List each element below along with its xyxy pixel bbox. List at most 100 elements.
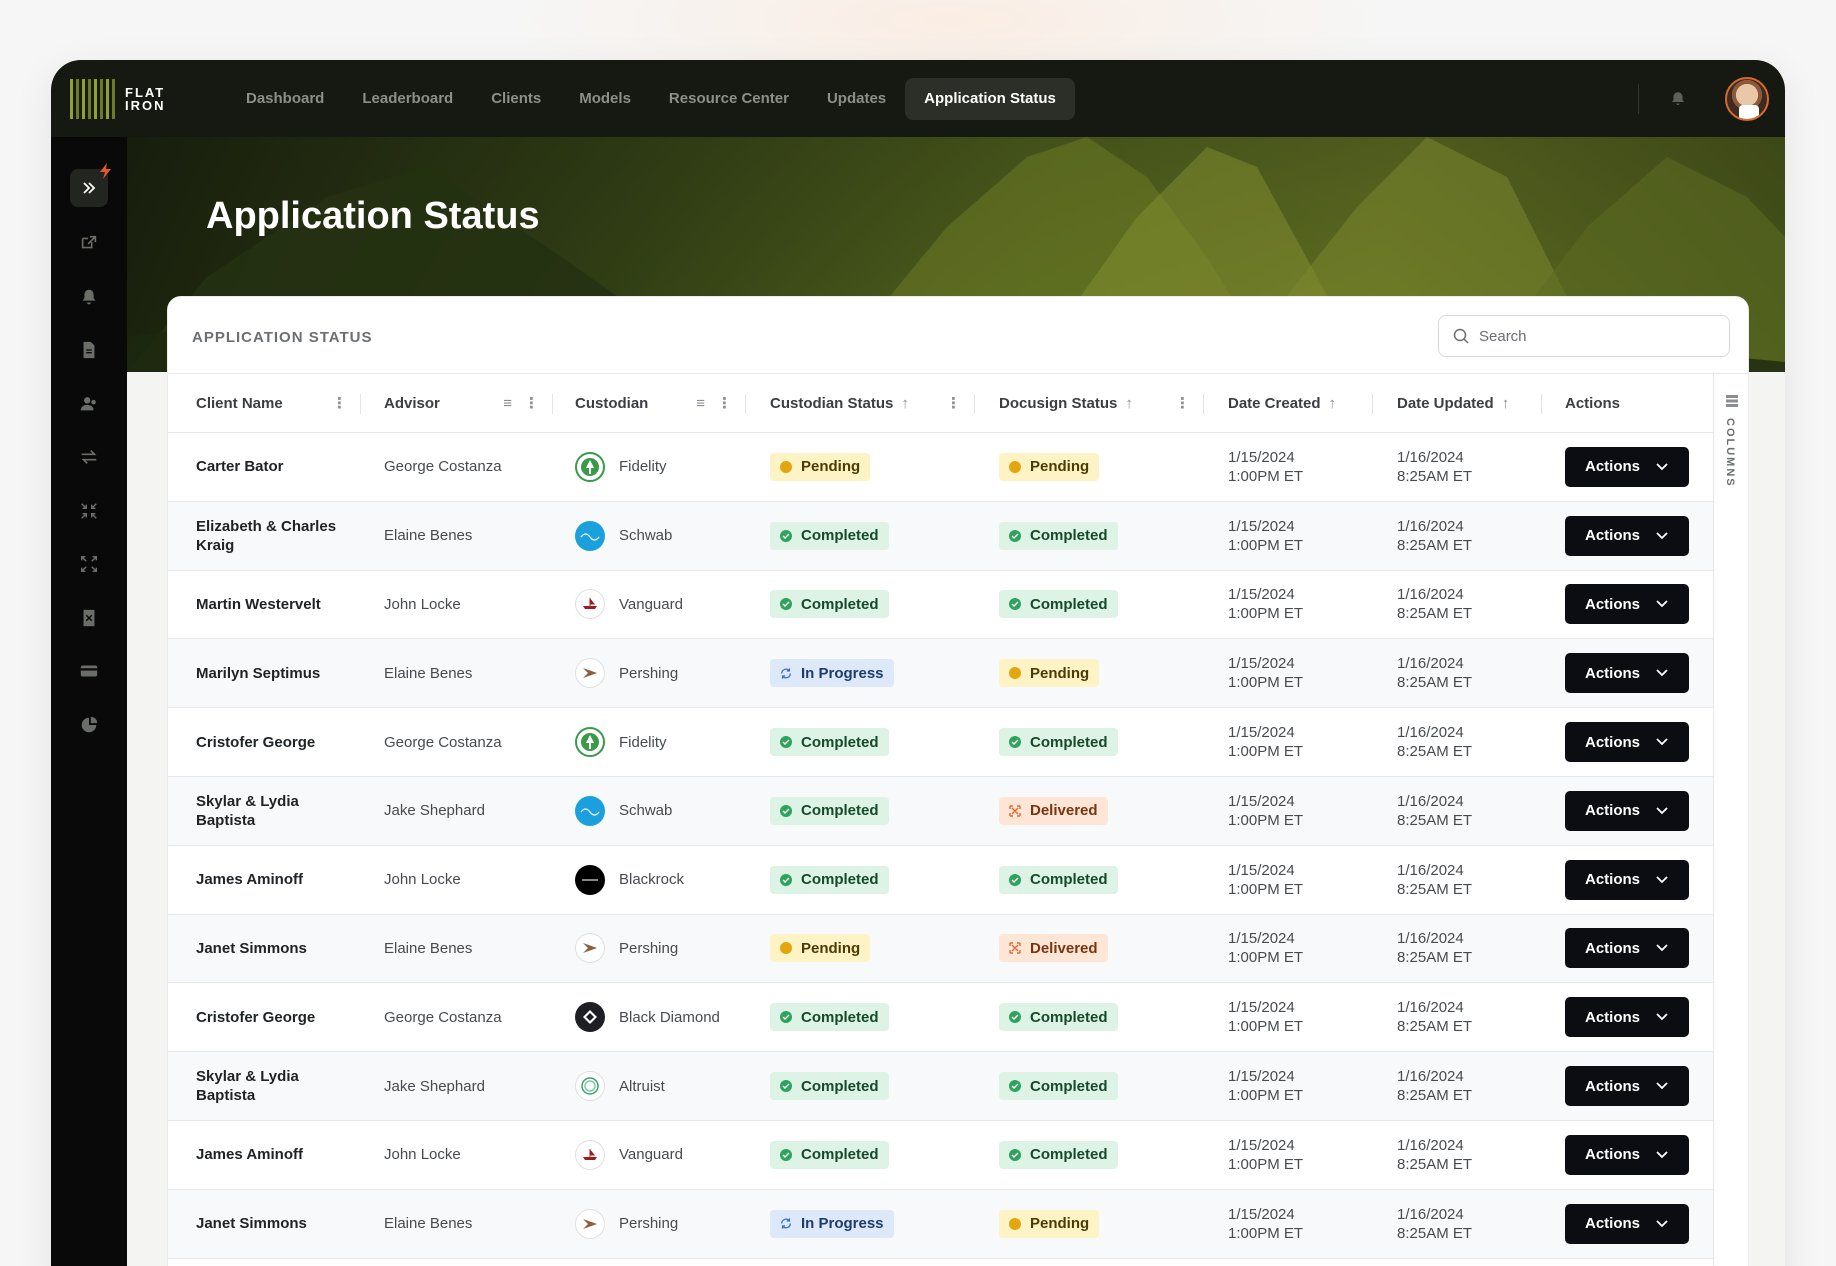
table-row[interactable]: Martin Westervelt John Locke Vanguard Compl…: [168, 571, 1715, 640]
status-badge: Pending: [999, 659, 1100, 688]
advisor-name: John Locke: [384, 595, 461, 613]
columns-panel-toggle[interactable]: COLUMNS: [1713, 373, 1748, 1266]
header-client-name[interactable]: Client Name ⋮: [168, 374, 361, 432]
status-badge: Completed: [999, 1003, 1118, 1032]
table-row[interactable]: Janet Simmons Elaine Benes Pershing In Prog…: [168, 1189, 1715, 1259]
card-icon[interactable]: [79, 661, 99, 681]
expand-icon[interactable]: [79, 554, 99, 574]
client-name[interactable]: Marilyn Septimus: [168, 639, 361, 707]
file-x-icon[interactable]: [79, 608, 99, 628]
nav-item-resource-center[interactable]: Resource Center: [650, 78, 808, 120]
pie-chart-icon[interactable]: [79, 715, 99, 735]
header-date-updated[interactable]: Date Updated ↑: [1373, 374, 1542, 432]
actions-dropdown-button[interactable]: Actions: [1565, 584, 1689, 625]
sort-arrow-up-icon[interactable]: ↑: [1125, 395, 1133, 412]
sort-arrow-up-icon[interactable]: ↑: [1502, 395, 1510, 412]
filter-icon[interactable]: ≡: [503, 395, 512, 412]
client-name[interactable]: Carter Bator: [168, 433, 361, 501]
header-docusign-status[interactable]: Docusign Status ↑ ⋮: [975, 374, 1204, 432]
nav-item-leaderboard[interactable]: Leaderboard: [343, 78, 472, 120]
collapse-icon[interactable]: [79, 501, 99, 521]
actions-dropdown-button[interactable]: Actions: [1565, 446, 1689, 487]
actions-dropdown-button[interactable]: Actions: [1565, 859, 1689, 900]
check-circle-icon: [1009, 598, 1021, 611]
client-name[interactable]: James Aminoff: [168, 846, 361, 914]
client-name[interactable]: Martin Westervelt: [168, 571, 361, 639]
actions-dropdown-button[interactable]: Actions: [1565, 653, 1689, 694]
bell-icon[interactable]: [79, 287, 99, 307]
client-name[interactable]: James Aminoff: [168, 1121, 361, 1189]
header-custodian-status[interactable]: Custodian Status ↑ ⋮: [746, 374, 975, 432]
pershing-logo: [575, 933, 605, 964]
kebab-menu-icon[interactable]: ⋮: [1175, 394, 1190, 412]
table-row[interactable]: Skylar & Lydia Baptista Jake Shephard Altr…: [168, 1052, 1715, 1121]
date-created: 1/15/2024 1:00PM ET: [1228, 792, 1304, 829]
header-date-created[interactable]: Date Created ↑: [1204, 374, 1373, 432]
header-custodian[interactable]: Custodian ≡ ⋮: [553, 374, 746, 432]
users-icon[interactable]: [79, 394, 99, 414]
status-badge: Completed: [770, 521, 889, 550]
actions-dropdown-button[interactable]: Actions: [1565, 722, 1689, 763]
chevron-down-icon: [1656, 532, 1668, 539]
table-row[interactable]: Cristofer George George Costanza Fidelity C…: [168, 708, 1715, 777]
nav-item-models[interactable]: Models: [560, 78, 650, 120]
nav-item-dashboard[interactable]: Dashboard: [227, 78, 343, 120]
check-circle-icon: [1009, 529, 1021, 542]
kebab-menu-icon[interactable]: ⋮: [717, 394, 732, 412]
custodian-status-cell: Completed: [746, 777, 975, 845]
table-row[interactable]: Elizabeth & Charles Kraig Elaine Benes Sch…: [168, 501, 1715, 571]
table-row[interactable]: Skylar & Lydia Baptista Jake Shephard Schw…: [168, 776, 1715, 846]
check-circle-icon: [780, 1011, 792, 1024]
actions-dropdown-button[interactable]: Actions: [1565, 1134, 1689, 1175]
logo-wordmark: FLAT IRON: [125, 84, 166, 113]
header-advisor[interactable]: Advisor ≡ ⋮: [361, 374, 553, 432]
client-name[interactable]: Skylar & Lydia Baptista: [168, 1052, 361, 1120]
external-link-icon[interactable]: [79, 233, 99, 253]
client-name[interactable]: Janet Simmons: [168, 1190, 361, 1258]
search-placeholder: Search: [1479, 327, 1527, 345]
actions-dropdown-button[interactable]: Actions: [1565, 790, 1689, 831]
transfer-icon[interactable]: [79, 447, 99, 467]
document-icon[interactable]: [79, 340, 99, 360]
table-row[interactable]: James Aminoff John Locke Blackrock Complete…: [168, 846, 1715, 915]
notification-bell-icon[interactable]: [1669, 90, 1687, 108]
custodian-name: Blackrock: [619, 871, 685, 889]
search-input[interactable]: Search: [1438, 315, 1730, 357]
actions-dropdown-button[interactable]: Actions: [1565, 1203, 1689, 1244]
client-name[interactable]: Cristofer George: [168, 983, 361, 1051]
client-name[interactable]: Cristofer George: [168, 708, 361, 776]
actions-cell: Actions: [1542, 433, 1715, 501]
kebab-menu-icon[interactable]: ⋮: [524, 394, 539, 412]
table-row[interactable]: Carter Bator George Costanza Fidelity Pendi…: [168, 433, 1715, 502]
app-window: FLAT IRON Dashboard Leaderboard Clients Mod…: [51, 60, 1785, 1266]
user-avatar[interactable]: [1725, 76, 1769, 121]
table-row[interactable]: James Aminoff John Locke Vanguard Completed…: [168, 1121, 1715, 1190]
client-name[interactable]: Elizabeth & Charles Kraig: [168, 502, 361, 570]
kebab-menu-icon[interactable]: ⋮: [946, 394, 961, 412]
actions-dropdown-button[interactable]: Actions: [1565, 997, 1689, 1038]
client-name[interactable]: Skylar & Lydia Baptista: [168, 777, 361, 845]
advisor-name: John Locke: [384, 1146, 461, 1164]
filter-icon[interactable]: ≡: [696, 395, 705, 412]
table-row[interactable]: Cristofer George George Costanza Black Dia…: [168, 983, 1715, 1053]
pershing-logo: [575, 658, 605, 689]
table-row[interactable]: Janet Simmons Elaine Benes Pershing Pending…: [168, 914, 1715, 984]
actions-dropdown-button[interactable]: Actions: [1565, 1066, 1689, 1107]
custodian-status-cell: Completed: [746, 1052, 975, 1120]
client-name[interactable]: Janet Simmons: [168, 915, 361, 983]
actions-dropdown-button[interactable]: Actions: [1565, 928, 1689, 969]
nav-item-clients[interactable]: Clients: [472, 78, 560, 120]
status-badge: Pending: [999, 1209, 1100, 1238]
actions-dropdown-button[interactable]: Actions: [1565, 515, 1689, 556]
status-badge: In Progress: [770, 1209, 894, 1238]
nav-item-updates[interactable]: Updates: [808, 78, 905, 120]
sort-arrow-up-icon[interactable]: ↑: [1329, 395, 1337, 412]
sort-arrow-up-icon[interactable]: ↑: [901, 395, 909, 412]
nav-item-application-status[interactable]: Application Status: [905, 77, 1075, 120]
brand-logo[interactable]: FLAT IRON: [70, 78, 220, 119]
altruist-logo: [575, 1071, 605, 1102]
table-row[interactable]: Marilyn Septimus Elaine Benes Pershing In P…: [168, 639, 1715, 709]
date-created: 1/15/2024 1:00PM ET: [1228, 861, 1304, 898]
kebab-menu-icon[interactable]: ⋮: [332, 394, 347, 412]
date-updated: 1/16/2024 8:25AM ET: [1397, 1136, 1473, 1173]
